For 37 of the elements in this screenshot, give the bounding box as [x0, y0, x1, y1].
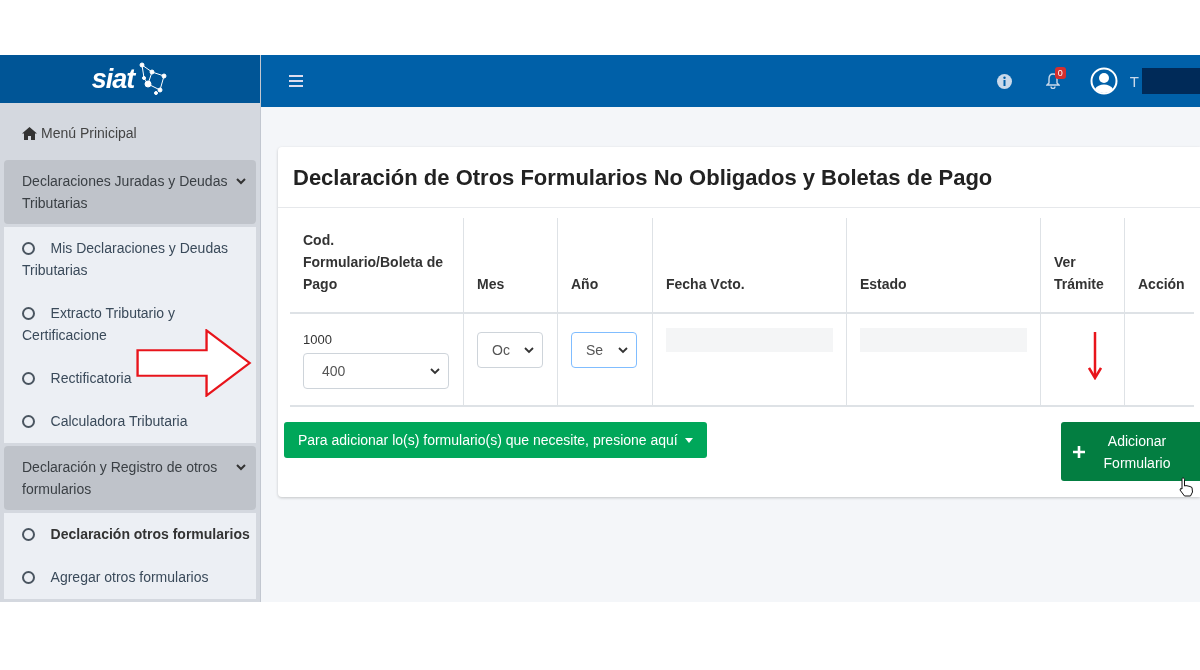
menu-item[interactable]: Extracto Tributario y Certificacione [4, 292, 256, 357]
menu-item[interactable]: Rectificatoria [4, 357, 138, 400]
notification-badge: 0 [1054, 67, 1066, 79]
column-header: Fecha Vcto. [652, 218, 846, 312]
caret-icon [684, 437, 693, 443]
column-header: Estado [846, 218, 1040, 312]
home-icon [22, 126, 37, 140]
down-arrow-icon [1088, 332, 1102, 380]
menu-item[interactable]: Calculadora Tributaria [4, 400, 194, 443]
user-name: T [1129, 72, 1139, 90]
caret-icon [618, 346, 628, 354]
info-icon[interactable] [996, 73, 1012, 89]
add-form-button[interactable]: Adicionar Formulario [1061, 422, 1200, 481]
bell-icon[interactable] [1045, 73, 1060, 89]
month-select[interactable]: Oc [477, 332, 543, 368]
plus-icon [1073, 445, 1085, 458]
menu-item[interactable]: Mis Declaraciones y Deudas Tributarias [4, 227, 256, 292]
user-avatar-icon[interactable] [1089, 67, 1118, 95]
menu-group[interactable]: Declaraciones Juradas y Deudas Tributarias [4, 160, 256, 224]
column-header: Ver Trámite [1040, 218, 1124, 312]
logo-text: siat [91, 63, 135, 95]
redaction-bar [1142, 68, 1200, 94]
menu-item[interactable]: Agregar otros formularios [4, 556, 215, 599]
column-header: Cod. Formulario/Boleta de Pago [302, 231, 445, 294]
network-icon [138, 62, 169, 96]
column-header: Acción [1124, 218, 1194, 312]
home-link[interactable]: Menú Prinicipal [0, 103, 260, 160]
caret-icon [524, 346, 534, 354]
column-header: Año [557, 218, 652, 312]
form-select[interactable]: 400 [303, 353, 449, 389]
caret-icon [430, 367, 440, 375]
year-select[interactable]: Se [571, 332, 637, 368]
menu-group[interactable]: Declaración y Registro de otros formularios [4, 446, 256, 510]
form-code: 1000 [303, 332, 333, 347]
page-title: Declaración de Otros Formularios No Obligados y Boletas de Pago [278, 147, 1200, 208]
column-header: Mes [463, 218, 557, 312]
menu-item[interactable]: Declaración otros formularios [4, 513, 256, 556]
